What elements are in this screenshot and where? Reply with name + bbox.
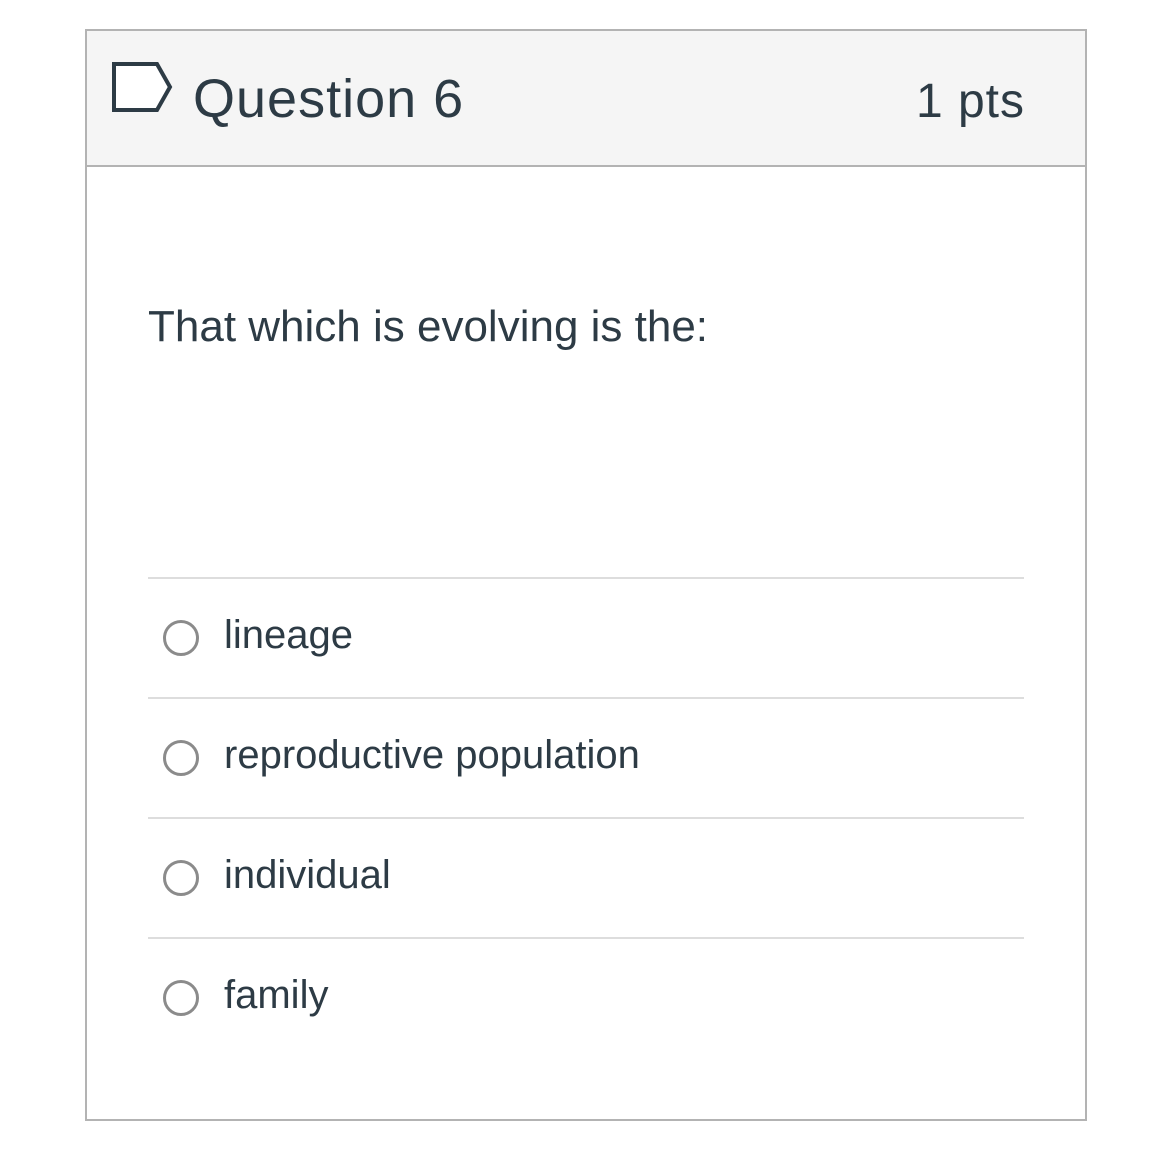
answer-option-individual[interactable]: individual xyxy=(148,817,1024,937)
question-header: Question 6 1 pts xyxy=(87,31,1085,167)
radio-button[interactable] xyxy=(163,980,199,1016)
question-points: 1 pts xyxy=(915,75,1025,128)
answer-label[interactable]: lineage xyxy=(224,611,353,659)
radio-button[interactable] xyxy=(163,740,199,776)
question-title: Question 6 xyxy=(193,69,465,129)
answer-label[interactable]: individual xyxy=(224,851,391,899)
answer-option-lineage[interactable]: lineage xyxy=(148,577,1024,697)
question-text: That which is evolving is the: xyxy=(148,302,709,351)
radio-button[interactable] xyxy=(163,860,199,896)
answer-label[interactable]: family xyxy=(224,971,328,1019)
answer-list: lineage reproductive population individu… xyxy=(148,577,1024,1057)
answer-option-family[interactable]: family xyxy=(148,937,1024,1057)
answer-option-reproductive-population[interactable]: reproductive population xyxy=(148,697,1024,817)
answer-label[interactable]: reproductive population xyxy=(224,731,640,779)
flag-question-icon[interactable] xyxy=(111,61,175,113)
question-card: Question 6 1 pts That which is evolving … xyxy=(85,29,1087,1121)
radio-button[interactable] xyxy=(163,620,199,656)
